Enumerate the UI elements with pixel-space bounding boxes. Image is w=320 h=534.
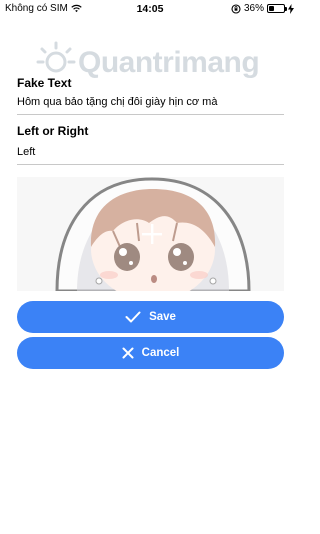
charging-bolt-icon <box>288 3 294 14</box>
plus-icon[interactable] <box>141 223 163 245</box>
left-right-input[interactable]: Left <box>17 146 284 165</box>
left-right-label: Left or Right <box>17 124 89 138</box>
orientation-lock-icon <box>231 3 241 14</box>
cancel-button[interactable]: Cancel <box>17 337 284 369</box>
save-button[interactable]: Save <box>17 301 284 333</box>
status-bar: Không có SIM 14:05 36% <box>0 0 300 20</box>
battery-icon <box>267 4 287 13</box>
battery-percent: 36% <box>243 3 264 14</box>
status-right: 36% <box>231 3 294 14</box>
checkmark-icon <box>125 311 141 323</box>
fake-text-input[interactable]: Hôm qua bảo tặng chị đôi giày hịn cơ mà <box>17 96 284 115</box>
fake-text-label: Fake Text <box>17 76 72 90</box>
watermark-text: Quantrimang <box>78 46 260 79</box>
cancel-button-label: Cancel <box>141 347 180 359</box>
battery-level <box>269 6 274 11</box>
x-icon <box>122 347 134 359</box>
save-button-label: Save <box>149 311 176 323</box>
image-picker[interactable] <box>17 177 284 291</box>
